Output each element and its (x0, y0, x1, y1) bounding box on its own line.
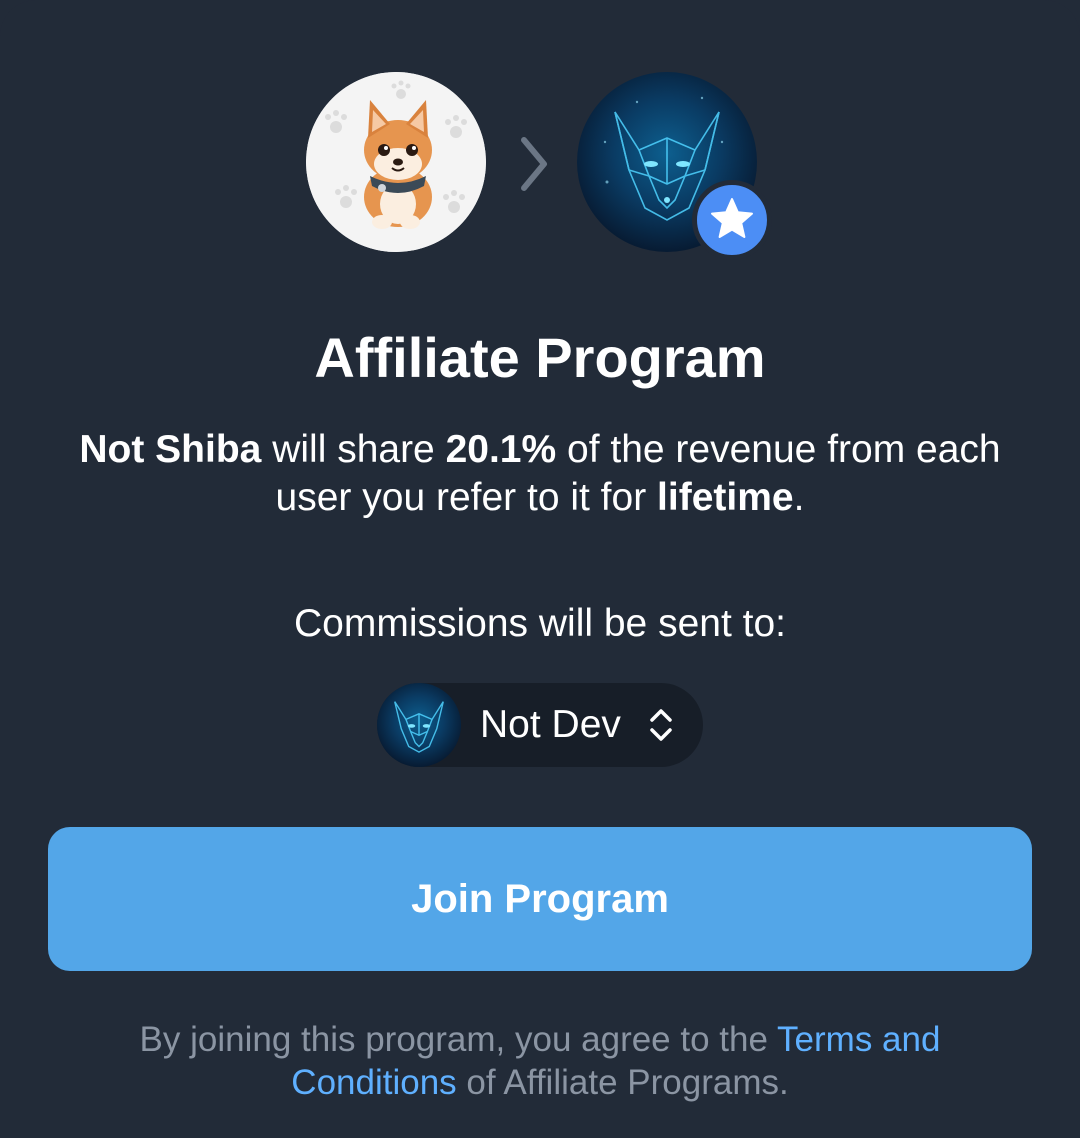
commissions-label: Commissions will be sent to: (294, 602, 786, 645)
revenue-percent: 20.1% (445, 428, 557, 471)
bot-avatar (306, 72, 486, 252)
shiba-dog-icon (306, 72, 486, 252)
terms-notice: By joining this program, you agree to th… (60, 1018, 1020, 1104)
recipient-avatar (377, 683, 461, 767)
neon-wolf-icon (394, 701, 444, 753)
terms-prefix: By joining this program, you agree to th… (139, 1020, 778, 1059)
star-icon (711, 198, 753, 238)
affiliate-sheet: Affiliate Program Not Shiba will share 2… (0, 0, 1080, 1138)
star-badge (692, 180, 772, 260)
bot-name: Not Shiba (79, 428, 262, 471)
chevron-right-icon (521, 137, 547, 191)
recipient-name: Not Dev (480, 703, 621, 746)
program-description: Not Shiba will share 20.1% of the revenu… (60, 426, 1020, 522)
avatar-row (0, 72, 1080, 260)
terms-suffix: of Affiliate Programs. (456, 1063, 789, 1102)
join-program-button[interactable]: Join Program (48, 827, 1032, 971)
duration-text: lifetime (657, 476, 794, 519)
description-text-3: . (793, 476, 805, 519)
chevron-up-down-icon[interactable] (648, 706, 674, 744)
page-title: Affiliate Program (314, 326, 766, 389)
description-text-1: will share (261, 428, 446, 471)
